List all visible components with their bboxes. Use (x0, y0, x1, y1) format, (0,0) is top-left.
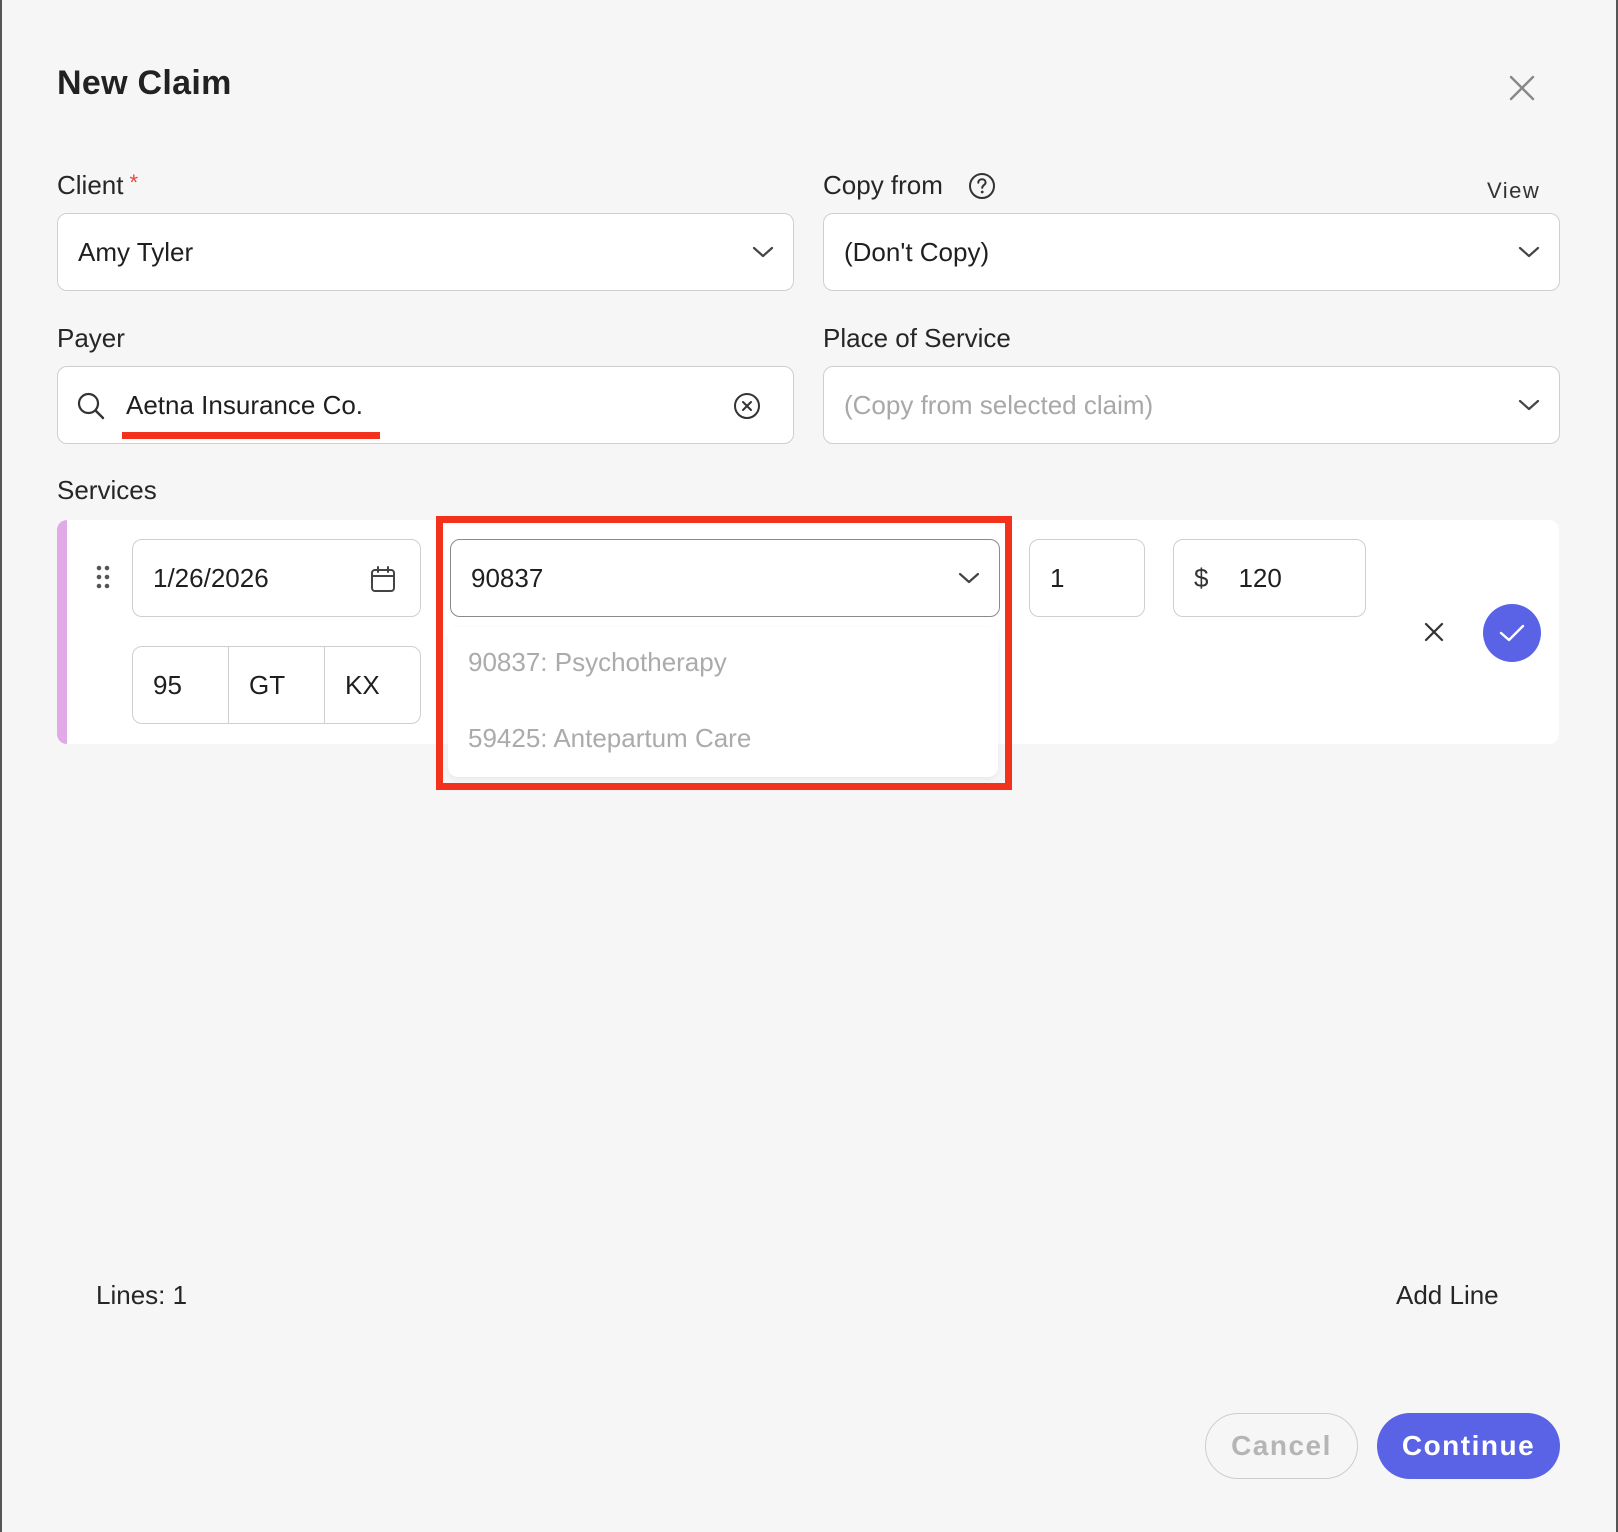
modifier-input[interactable]: 95 (133, 647, 229, 723)
place-of-service-placeholder: (Copy from selected claim) (844, 389, 1154, 420)
clear-circle-icon[interactable] (733, 392, 761, 420)
chevron-down-icon (1518, 246, 1540, 258)
copy-from-select[interactable]: (Don't Copy) (823, 213, 1560, 291)
dialog-title: New Claim (57, 64, 232, 102)
charge-amount-input[interactable]: $ 120 (1173, 539, 1366, 617)
client-label-text: Client (57, 170, 124, 200)
payer-search-value: Aetna Insurance Co. (126, 389, 364, 420)
client-label: Client * (57, 170, 138, 201)
client-select-value: Amy Tyler (78, 236, 194, 267)
procedure-code-value: 90837 (471, 562, 544, 593)
place-of-service-label: Place of Service (823, 323, 1011, 353)
dropdown-option[interactable]: 59425: Antepartum Care (468, 723, 751, 754)
services-label: Services (57, 475, 157, 505)
close-icon[interactable] (1504, 70, 1540, 106)
payer-label: Payer (57, 323, 125, 353)
copy-from-select-value: (Don't Copy) (844, 236, 990, 267)
required-marker: * (129, 170, 139, 195)
question-circle-icon[interactable] (968, 172, 996, 200)
view-link[interactable]: View (1487, 178, 1540, 204)
place-of-service-select[interactable]: (Copy from selected claim) (823, 366, 1560, 444)
modifier-inputs: 95 GT KX (132, 646, 421, 724)
units-value: 1 (1050, 562, 1065, 593)
currency-symbol: $ (1194, 562, 1209, 593)
confirm-line-button[interactable] (1483, 604, 1541, 662)
units-input[interactable]: 1 (1029, 539, 1145, 617)
client-select[interactable]: Amy Tyler (57, 213, 794, 291)
service-line-accent (57, 520, 67, 744)
search-icon (77, 392, 105, 420)
modifier-input[interactable]: GT (229, 647, 325, 723)
window-edge-left (0, 0, 2, 1532)
cancel-button[interactable]: Cancel (1205, 1413, 1358, 1479)
copy-from-label: Copy from (823, 170, 943, 200)
chevron-down-icon (752, 246, 774, 258)
lines-count: Lines: 1 (96, 1280, 188, 1310)
dropdown-option[interactable]: 90837: Psychotherapy (468, 647, 727, 678)
charge-amount-value: 120 (1238, 562, 1282, 593)
chevron-down-icon (1518, 399, 1540, 411)
drag-handle-icon[interactable] (95, 564, 111, 590)
procedure-code-dropdown: 90837: Psychotherapy 59425: Antepartum C… (448, 627, 998, 777)
calendar-icon[interactable] (370, 565, 396, 593)
modifier-input[interactable]: KX (325, 647, 420, 723)
continue-button[interactable]: Continue (1377, 1413, 1560, 1479)
procedure-code-select[interactable]: 90837 (450, 539, 1000, 617)
payer-highlight-underline (122, 432, 380, 439)
service-date-value: 1/26/2026 (153, 562, 269, 593)
add-line-button[interactable]: Add Line (1396, 1280, 1499, 1311)
chevron-down-icon (958, 572, 980, 584)
close-icon[interactable] (1420, 618, 1448, 646)
check-icon (1499, 624, 1525, 642)
service-date-input[interactable]: 1/26/2026 (132, 539, 421, 617)
